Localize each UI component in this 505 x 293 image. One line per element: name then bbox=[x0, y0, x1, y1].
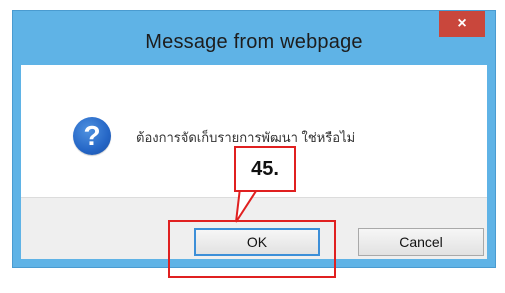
cancel-button[interactable]: Cancel bbox=[358, 228, 484, 256]
dialog-title: Message from webpage bbox=[145, 31, 363, 53]
screenshot-stage: Message from webpage × ? ต้องการจัดเก็บร… bbox=[0, 0, 505, 293]
close-button[interactable]: × bbox=[439, 11, 485, 37]
step-number-callout: 45. bbox=[234, 146, 296, 192]
close-icon: × bbox=[457, 15, 467, 32]
dialog-titlebar[interactable]: Message from webpage × bbox=[13, 11, 495, 63]
ok-button-highlight bbox=[168, 220, 336, 278]
question-glyph: ? bbox=[83, 120, 101, 151]
dialog-message: ต้องการจัดเก็บรายการพัฒนา ใช่หรือไม่ bbox=[136, 130, 356, 145]
callout-pointer bbox=[235, 188, 260, 223]
question-icon: ? bbox=[73, 117, 111, 155]
